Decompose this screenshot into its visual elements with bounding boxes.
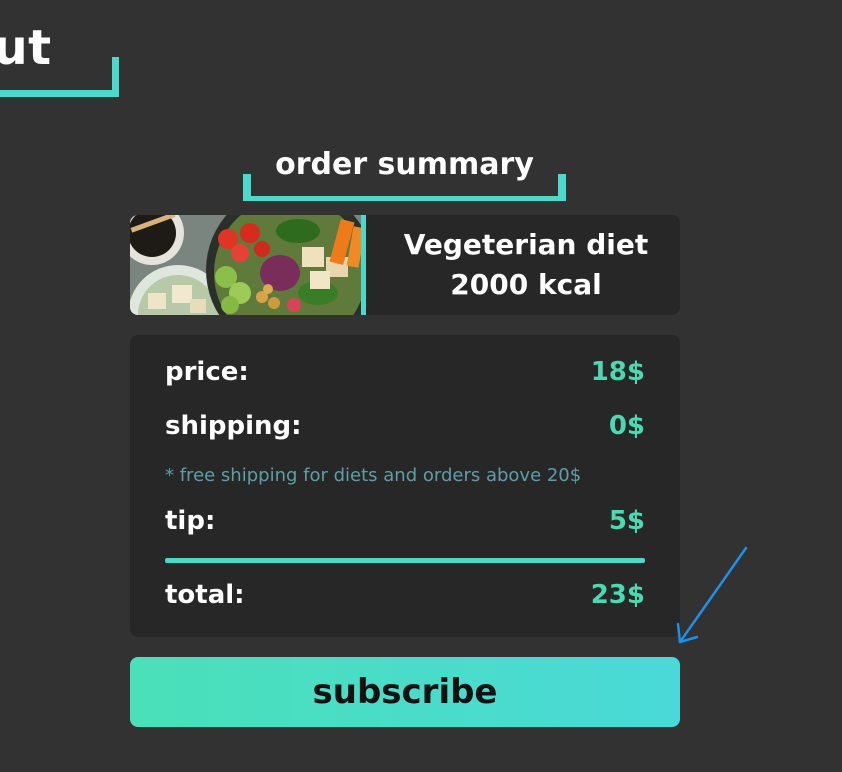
subscribe-button[interactable]: subscribe <box>130 657 680 727</box>
shipping-note: * free shipping for diets and orders abo… <box>165 465 582 486</box>
total-value: 23$ <box>590 580 645 610</box>
price-row: price: 18$ <box>165 357 645 387</box>
shipping-row: shipping: 0$ <box>165 411 645 441</box>
summary-card: price: 18$ shipping: 0$ * free shipping … <box>130 335 680 637</box>
order-summary-bracket <box>243 174 566 201</box>
product-card: Vegeterian diet 2000 kcal <box>130 215 680 315</box>
total-divider <box>165 558 645 563</box>
tip-row: tip: 5$ <box>165 506 645 536</box>
annotation-arrow-icon <box>676 546 748 644</box>
total-label: total: <box>165 580 245 610</box>
shipping-label: shipping: <box>165 411 302 441</box>
vegetarian-bowl-image <box>130 215 366 315</box>
total-row: total: 23$ <box>165 580 645 610</box>
price-value: 18$ <box>590 357 645 387</box>
page-title-bracket <box>0 57 119 97</box>
shipping-value: 0$ <box>608 411 645 441</box>
price-label: price: <box>165 357 249 387</box>
tip-value: 5$ <box>608 506 645 536</box>
tip-label: tip: <box>165 506 216 536</box>
product-name: Vegeterian diet <box>403 228 649 261</box>
checkout-page: out order summary <box>0 0 842 772</box>
product-info: Vegeterian diet 2000 kcal <box>366 215 680 315</box>
food-photo-illustration <box>130 215 361 315</box>
product-calories: 2000 kcal <box>450 268 602 301</box>
